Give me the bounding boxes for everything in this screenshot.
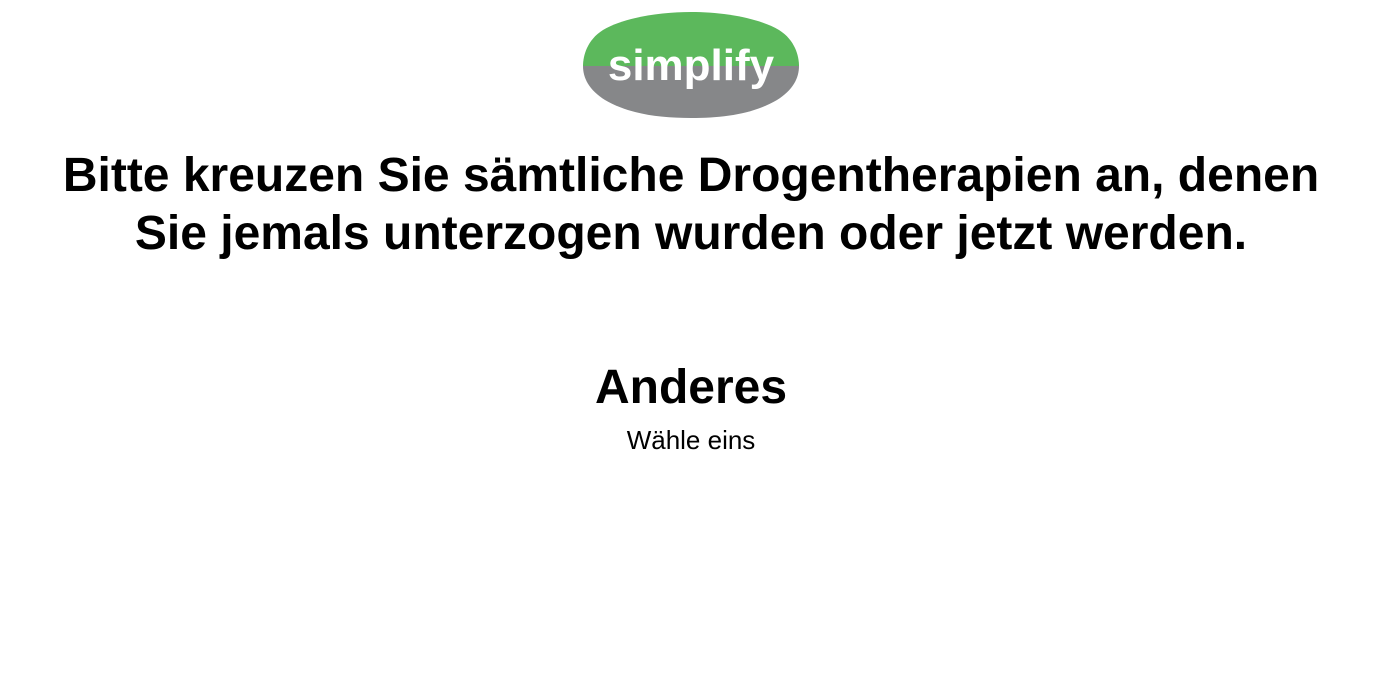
simplify-logo: simplify [583,10,799,120]
choose-one-hint: Wähle eins [626,425,756,455]
logo-graphic: simplify [583,12,799,118]
section-title: Anderes [594,361,788,414]
logo-text: simplify [608,41,775,90]
survey-page: simplify Bitte kreuzen Sie sämtliche Dro… [0,0,1382,683]
question-heading: Bitte kreuzen Sie sämtliche Drogentherap… [62,149,1320,260]
